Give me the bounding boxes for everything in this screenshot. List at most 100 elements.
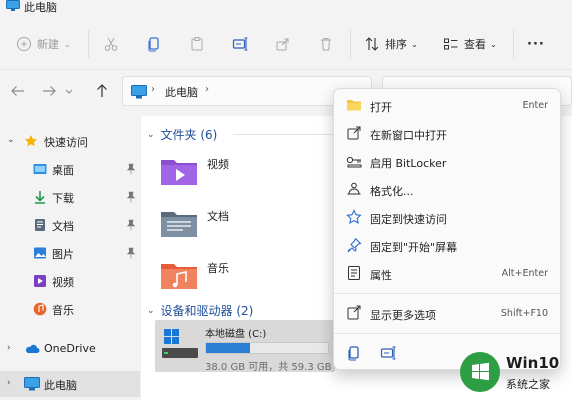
desktop-icon [33,164,47,174]
clipboard-icon [191,37,203,51]
sidebar-item-videos[interactable]: 视频 [0,268,140,294]
context-menu: 打开 Enter 在新窗口中打开 启用 BitLocker 格式化... 固定到… [333,88,561,370]
drive-item-c[interactable]: 本地磁盘 (C:) 38.0 GB 可用，共 59.3 GB [155,320,335,373]
copy-icon[interactable] [346,345,362,361]
view-label: 查看 [464,38,486,51]
sort-icon [365,37,379,51]
music-folder-icon [161,264,197,289]
menu-item-shortcut: Enter [522,100,549,111]
menu-item-label: 在新窗口中打开 [370,129,447,142]
recent-chevron-icon[interactable] [64,82,74,100]
toolbar-divider [513,30,514,58]
pin-icon[interactable] [126,191,136,203]
folders-header-label: 文件夹 (6) [160,128,218,142]
menu-item-open[interactable]: 打开 Enter [338,91,558,119]
sort-label: 排序 [385,38,407,51]
sidebar-item-quick-access[interactable]: ⌄ 快速访问 [0,128,140,154]
new-button[interactable]: 新建 ⌄ [16,32,71,56]
delete-button[interactable] [318,32,334,56]
sidebar-item-this-pc[interactable]: › 此电脑 [0,371,140,397]
toolbar-divider [88,30,89,58]
drive-icon [162,329,198,358]
sidebar-item-onedrive[interactable]: › OneDrive [0,336,140,362]
documents-folder-icon [161,212,197,237]
up-arrow-icon[interactable] [93,82,111,100]
share-button[interactable] [275,32,291,56]
menu-item-pin-start[interactable]: 固定到"开始"屏幕 [338,231,558,259]
chevron-down-icon[interactable]: ⌄ [147,130,155,140]
computer-icon [24,377,40,391]
group-divider [233,134,333,135]
menu-item-label: 格式化... [370,185,414,198]
view-button[interactable]: 查看 ⌄ [443,32,497,56]
pin-icon[interactable] [126,163,136,175]
drives-group-header[interactable]: ⌄ 设备和驱动器 (2) [147,302,253,319]
sidebar-item-pictures[interactable]: 图片 [0,240,140,266]
sidebar-item-label: 图片 [52,248,74,261]
menu-item-bitlocker[interactable]: 启用 BitLocker [338,147,558,175]
format-icon [347,182,361,195]
command-bar: 新建 ⌄ 排序 ⌄ 查看 ⌄ ··· [0,18,572,70]
watermark: Win10 系统之家 [456,348,572,400]
toolbar-divider [350,30,351,58]
sort-button[interactable]: 排序 ⌄ [364,32,418,56]
folder-item-videos[interactable]: 视频 [159,152,309,192]
pin-icon[interactable] [126,219,136,231]
drive-name: 本地磁盘 (C:) [205,329,267,340]
music-icon [33,302,47,316]
copy-button[interactable] [146,32,162,56]
title-bar: 此电脑 [0,0,572,14]
forward-arrow-icon[interactable] [40,82,58,100]
menu-item-label: 属性 [370,269,392,282]
new-label: 新建 [37,38,59,51]
chevron-down-icon[interactable]: ⌄ [147,306,155,316]
sidebar-item-desktop[interactable]: 桌面 [0,156,140,182]
menu-item-show-more[interactable]: 显示更多选项 Shift+F10 [338,299,558,327]
paste-button[interactable] [189,32,205,56]
star-outline-icon [346,209,362,224]
sidebar-item-label: 快速访问 [44,136,88,149]
back-arrow-icon[interactable] [9,82,27,100]
menu-item-properties[interactable]: 属性 Alt+Enter [338,259,558,287]
folders-group-header[interactable]: ⌄ 文件夹 (6) [147,126,217,143]
properties-icon [348,266,360,280]
cut-button[interactable] [103,32,119,56]
menu-item-pin-quick-access[interactable]: 固定到快速访问 [338,203,558,231]
star-icon [25,135,37,147]
document-icon [35,219,45,231]
chevron-right-icon[interactable]: › [7,343,11,353]
chevron-down-icon[interactable]: ⌄ [7,135,15,145]
rename-button[interactable] [232,32,248,56]
sidebar-item-label: OneDrive [44,342,96,355]
menu-divider [334,333,560,334]
sidebar-item-label: 此电脑 [44,379,77,392]
pin-icon [347,238,362,253]
video-folder-icon [161,160,197,185]
computer-icon [131,85,147,99]
chevron-right-icon[interactable]: › [7,378,11,388]
menu-item-label: 打开 [370,101,392,114]
more-options-button[interactable]: ··· [527,32,545,56]
scissors-icon [104,37,118,51]
trash-icon [321,38,331,51]
folder-item-documents[interactable]: 文档 [159,204,309,244]
sidebar-item-label: 视频 [52,276,74,289]
breadcrumb[interactable]: 此电脑 [165,84,198,100]
menu-item-open-new-window[interactable]: 在新窗口中打开 [338,119,558,147]
window-title: 此电脑 [24,1,57,14]
share-icon [276,38,289,51]
sidebar-item-downloads[interactable]: 下载 [0,184,140,210]
watermark-title: Win10 [506,354,560,372]
menu-item-format[interactable]: 格式化... [338,175,558,203]
menu-item-label: 显示更多选项 [370,309,436,322]
breadcrumb-chevron-icon[interactable]: › [151,84,155,95]
pin-icon[interactable] [126,247,136,259]
computer-icon [6,0,20,11]
sidebar-item-music[interactable]: 音乐 [0,296,140,322]
rename-icon [232,37,248,51]
menu-item-label: 固定到"开始"屏幕 [370,241,458,254]
folder-item-music[interactable]: 音乐 [159,256,309,296]
rename-icon[interactable] [380,345,396,361]
breadcrumb-chevron-icon[interactable]: › [205,84,209,95]
sidebar-item-documents[interactable]: 文档 [0,212,140,238]
